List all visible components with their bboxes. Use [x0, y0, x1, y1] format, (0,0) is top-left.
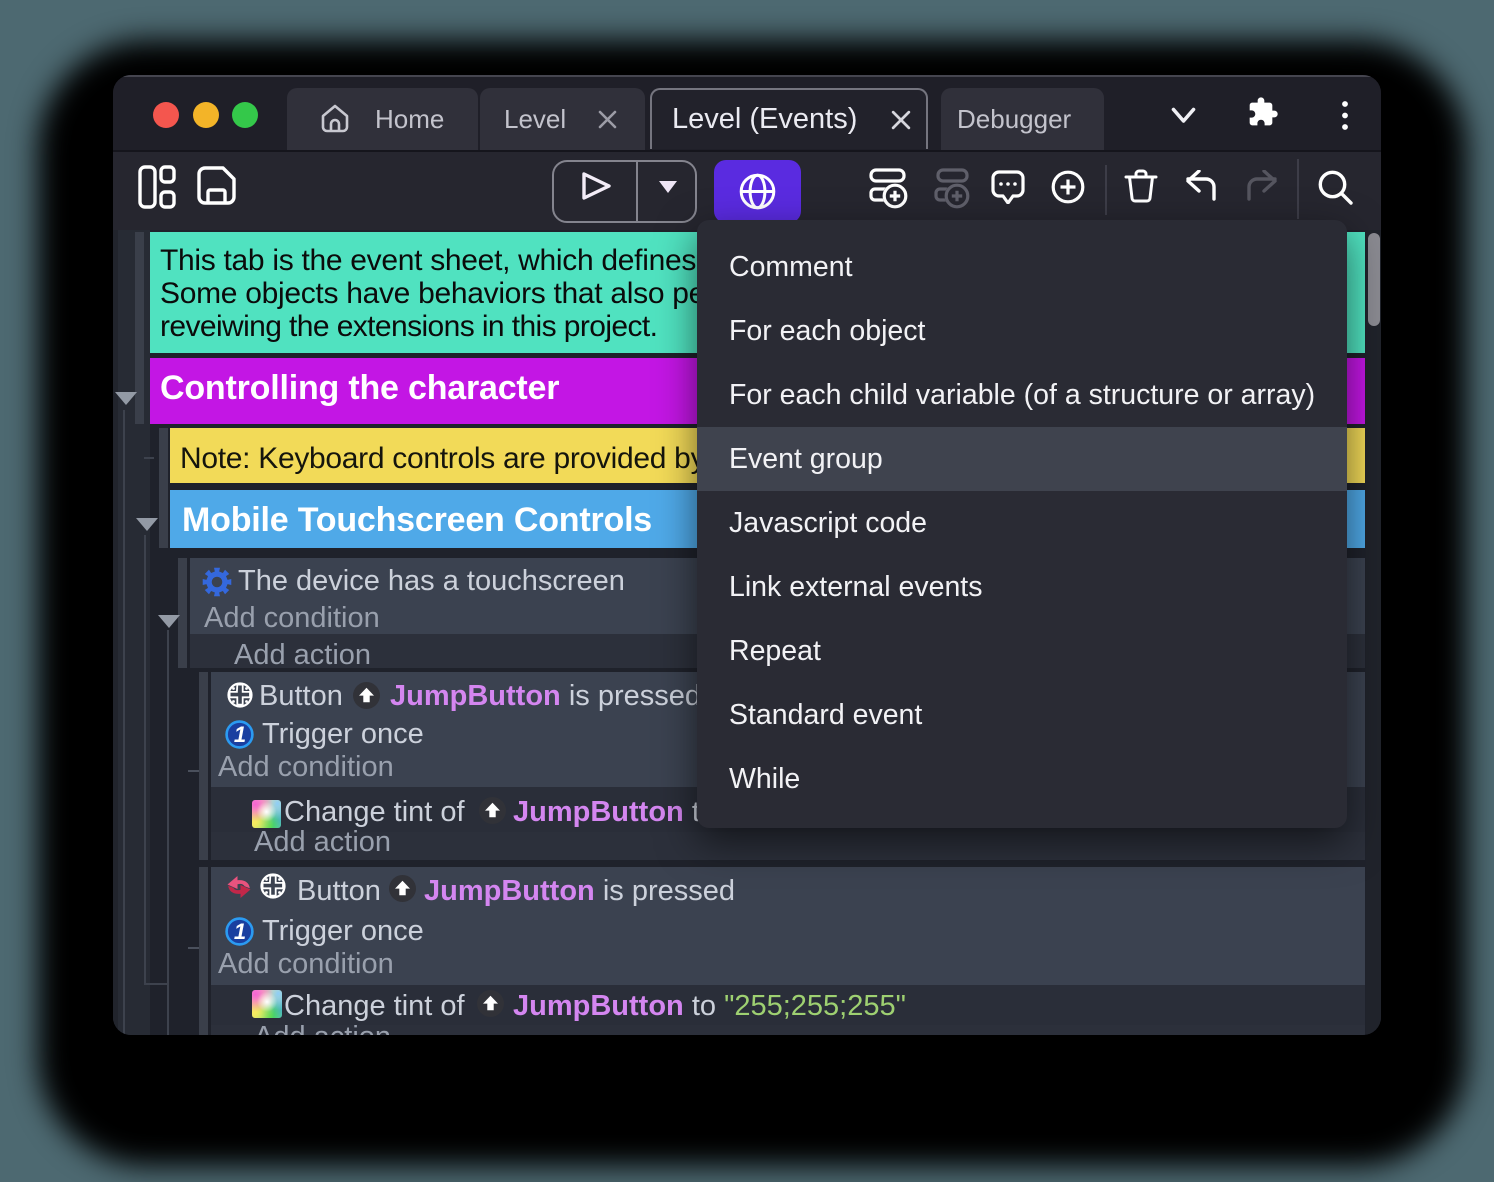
svg-text:1: 1	[234, 722, 246, 747]
svg-text:1: 1	[234, 919, 246, 944]
